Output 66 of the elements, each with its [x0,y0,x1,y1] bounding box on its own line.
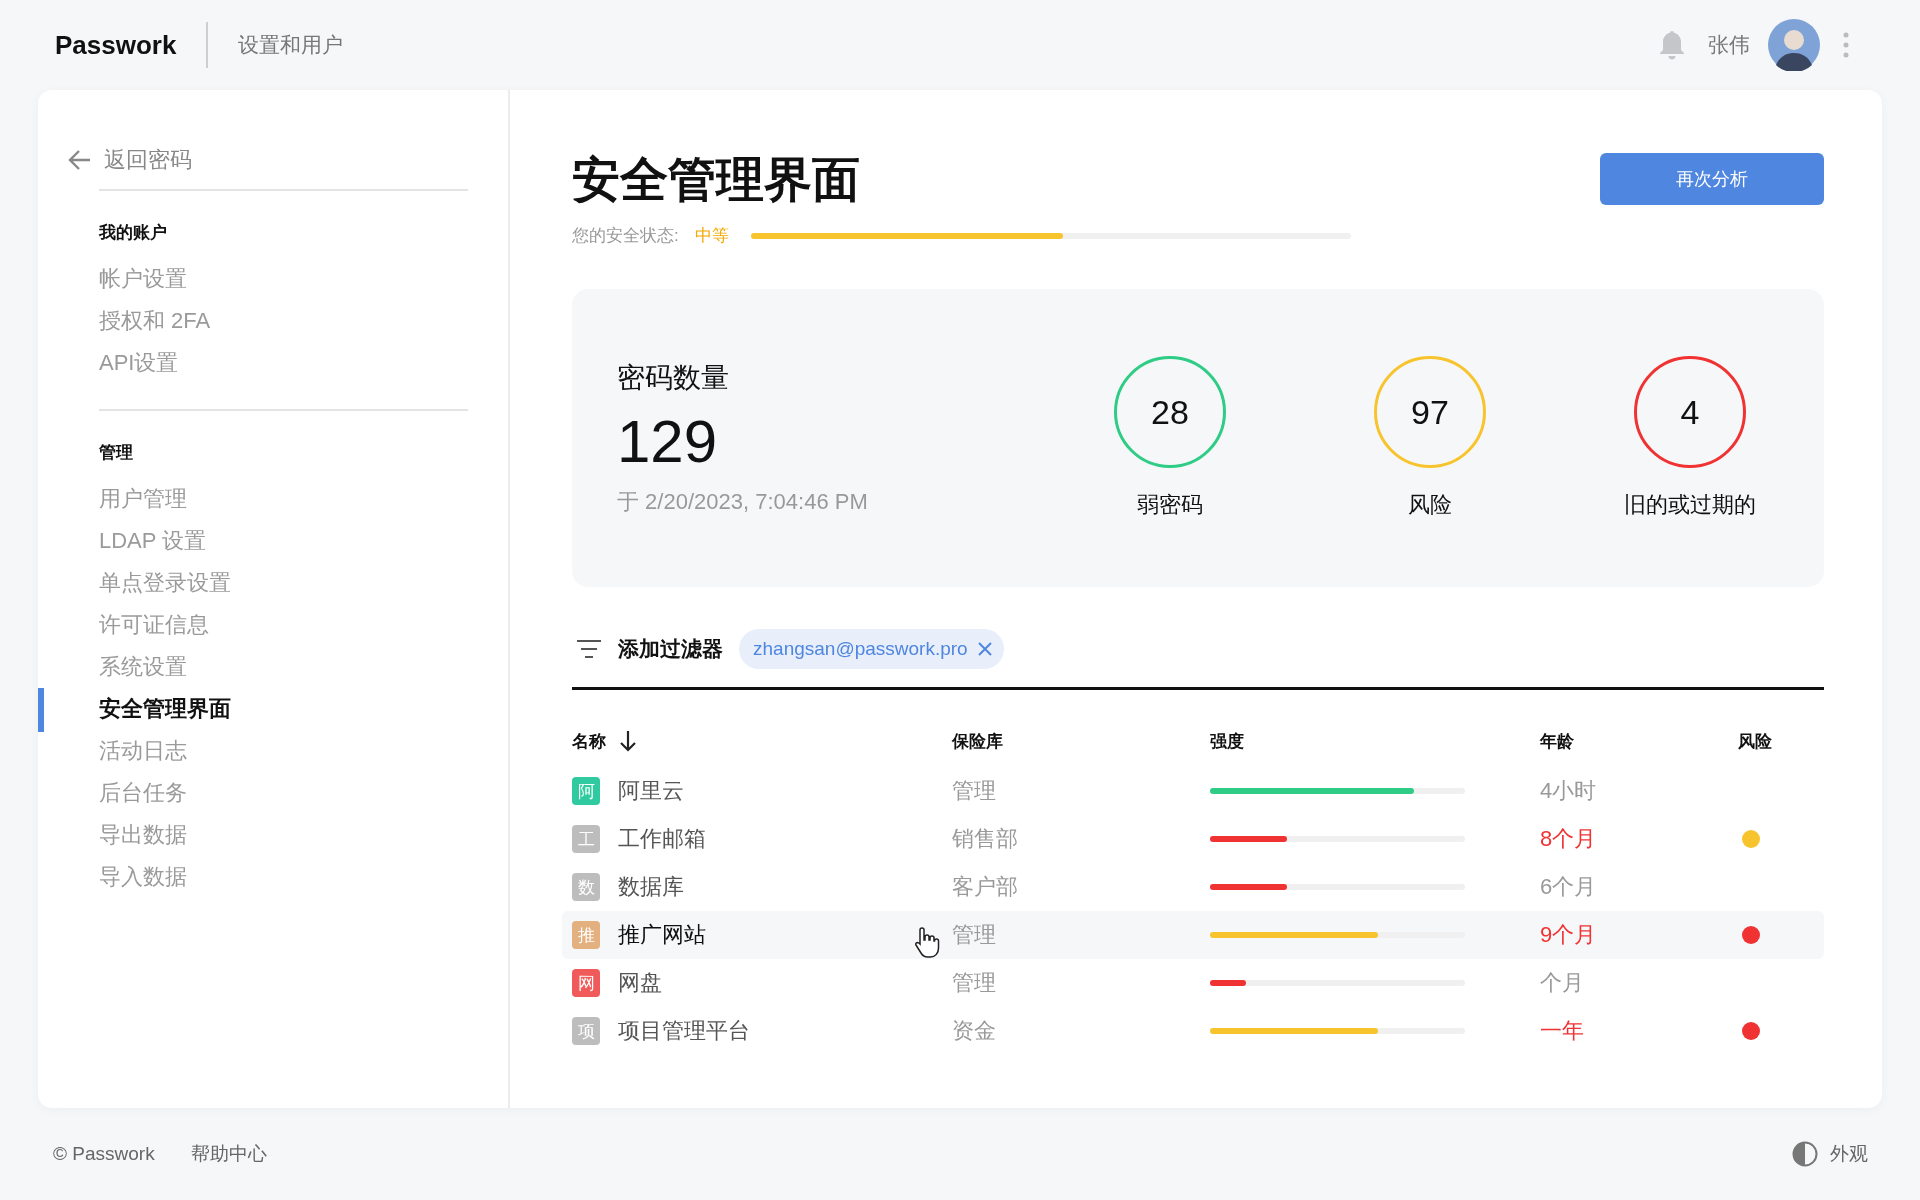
table-row[interactable]: 网 网盘 管理 个月 [572,959,1824,1007]
age-cell-text: 9个月 [1540,921,1598,949]
table-row[interactable]: 数 数据库 客户部 6个月 [572,863,1824,911]
password-name[interactable]: 工作邮箱 [618,824,706,854]
password-name[interactable]: 项目管理平台 [618,1016,750,1046]
password-name[interactable]: 阿里云 [618,776,684,806]
letter-badge: 推 [572,921,600,949]
contrast-icon[interactable] [1792,1141,1818,1167]
stat-label: 风险 [1408,491,1452,519]
user-name[interactable]: 张伟 [1708,31,1750,59]
stat-label: 旧的或过期的 [1624,491,1756,519]
section-title: 设置和用户 [238,32,344,58]
help-link[interactable]: 帮助中心 [190,1141,267,1167]
logo[interactable]: Passwork [55,29,177,61]
letter-badge: 网 [572,969,600,997]
age-cell-text: 8个月 [1540,825,1598,853]
add-filter-button[interactable]: 添加过滤器 [618,635,723,663]
password-name[interactable]: 推广网站 [618,920,706,950]
vault-cell-text: 客户部 [952,873,1019,901]
vault-cell-text: 销售部 [952,825,1019,853]
hand-cursor-icon [914,926,940,958]
filter-icon[interactable] [576,639,602,659]
stat-label: 弱密码 [1137,491,1203,519]
stat-value: 28 [1151,392,1189,432]
letter-badge: 数 [572,873,600,901]
vault-cell-text: 资金 [952,1017,997,1045]
vault-cell-text: 管理 [952,921,997,949]
close-icon[interactable] [977,642,992,656]
back-link[interactable]: 返回密码 [104,145,192,175]
column-header[interactable]: 强度 [1210,731,1244,751]
status-value: 中等 [694,225,729,247]
back-arrow-icon[interactable] [68,149,92,171]
table-row[interactable]: 推 推广网站 管理 9个月 [562,911,1824,959]
sidebar-item[interactable]: 安全管理界面 [38,688,468,730]
age-cell-text: 个月 [1540,969,1585,997]
sort-arrow-icon[interactable] [620,730,636,752]
stat-value: 4 [1680,392,1700,432]
column-header[interactable]: 风险 [1738,729,1772,753]
status-label: 您的安全状态: [572,225,679,247]
age-cell-text: 4小时 [1540,777,1598,805]
password-count: 129 [617,407,719,477]
letter-badge: 工 [572,825,600,853]
avatar[interactable] [1768,19,1820,71]
column-header[interactable]: 名称 [572,729,606,753]
column-header[interactable]: 保险库 [952,731,1003,751]
table-row[interactable]: 项 项目管理平台 资金 一年 [572,1007,1824,1055]
password-name[interactable]: 网盘 [618,968,662,998]
group-title: 管理 [99,442,134,464]
copyright: © Passwork [53,1143,155,1165]
age-cell-text: 一年 [1540,1017,1585,1045]
stat-value: 97 [1411,392,1449,432]
table-row[interactable]: 阿 阿里云 管理 4小时 [572,767,1824,815]
scan-date: 于 2/20/2023, 7:04:46 PM [617,488,869,516]
table-row[interactable]: 工 工作邮箱 销售部 8个月 [572,815,1824,863]
password-name[interactable]: 数据库 [618,872,684,902]
vault-cell-text: 管理 [952,969,997,997]
letter-badge: 阿 [572,777,600,805]
letter-badge: 项 [572,1017,600,1045]
column-header[interactable]: 年龄 [1540,731,1574,751]
page-title: 安全管理界面 [572,152,860,208]
group-title: 我的账户 [99,222,168,244]
analyze-button[interactable]: 再次分析 [1600,153,1824,205]
vault-cell-text: 管理 [952,777,997,805]
count-label: 密码数量 [617,361,730,395]
appearance-button[interactable]: 外观 [1830,1141,1868,1167]
age-cell-text: 6个月 [1540,873,1598,901]
